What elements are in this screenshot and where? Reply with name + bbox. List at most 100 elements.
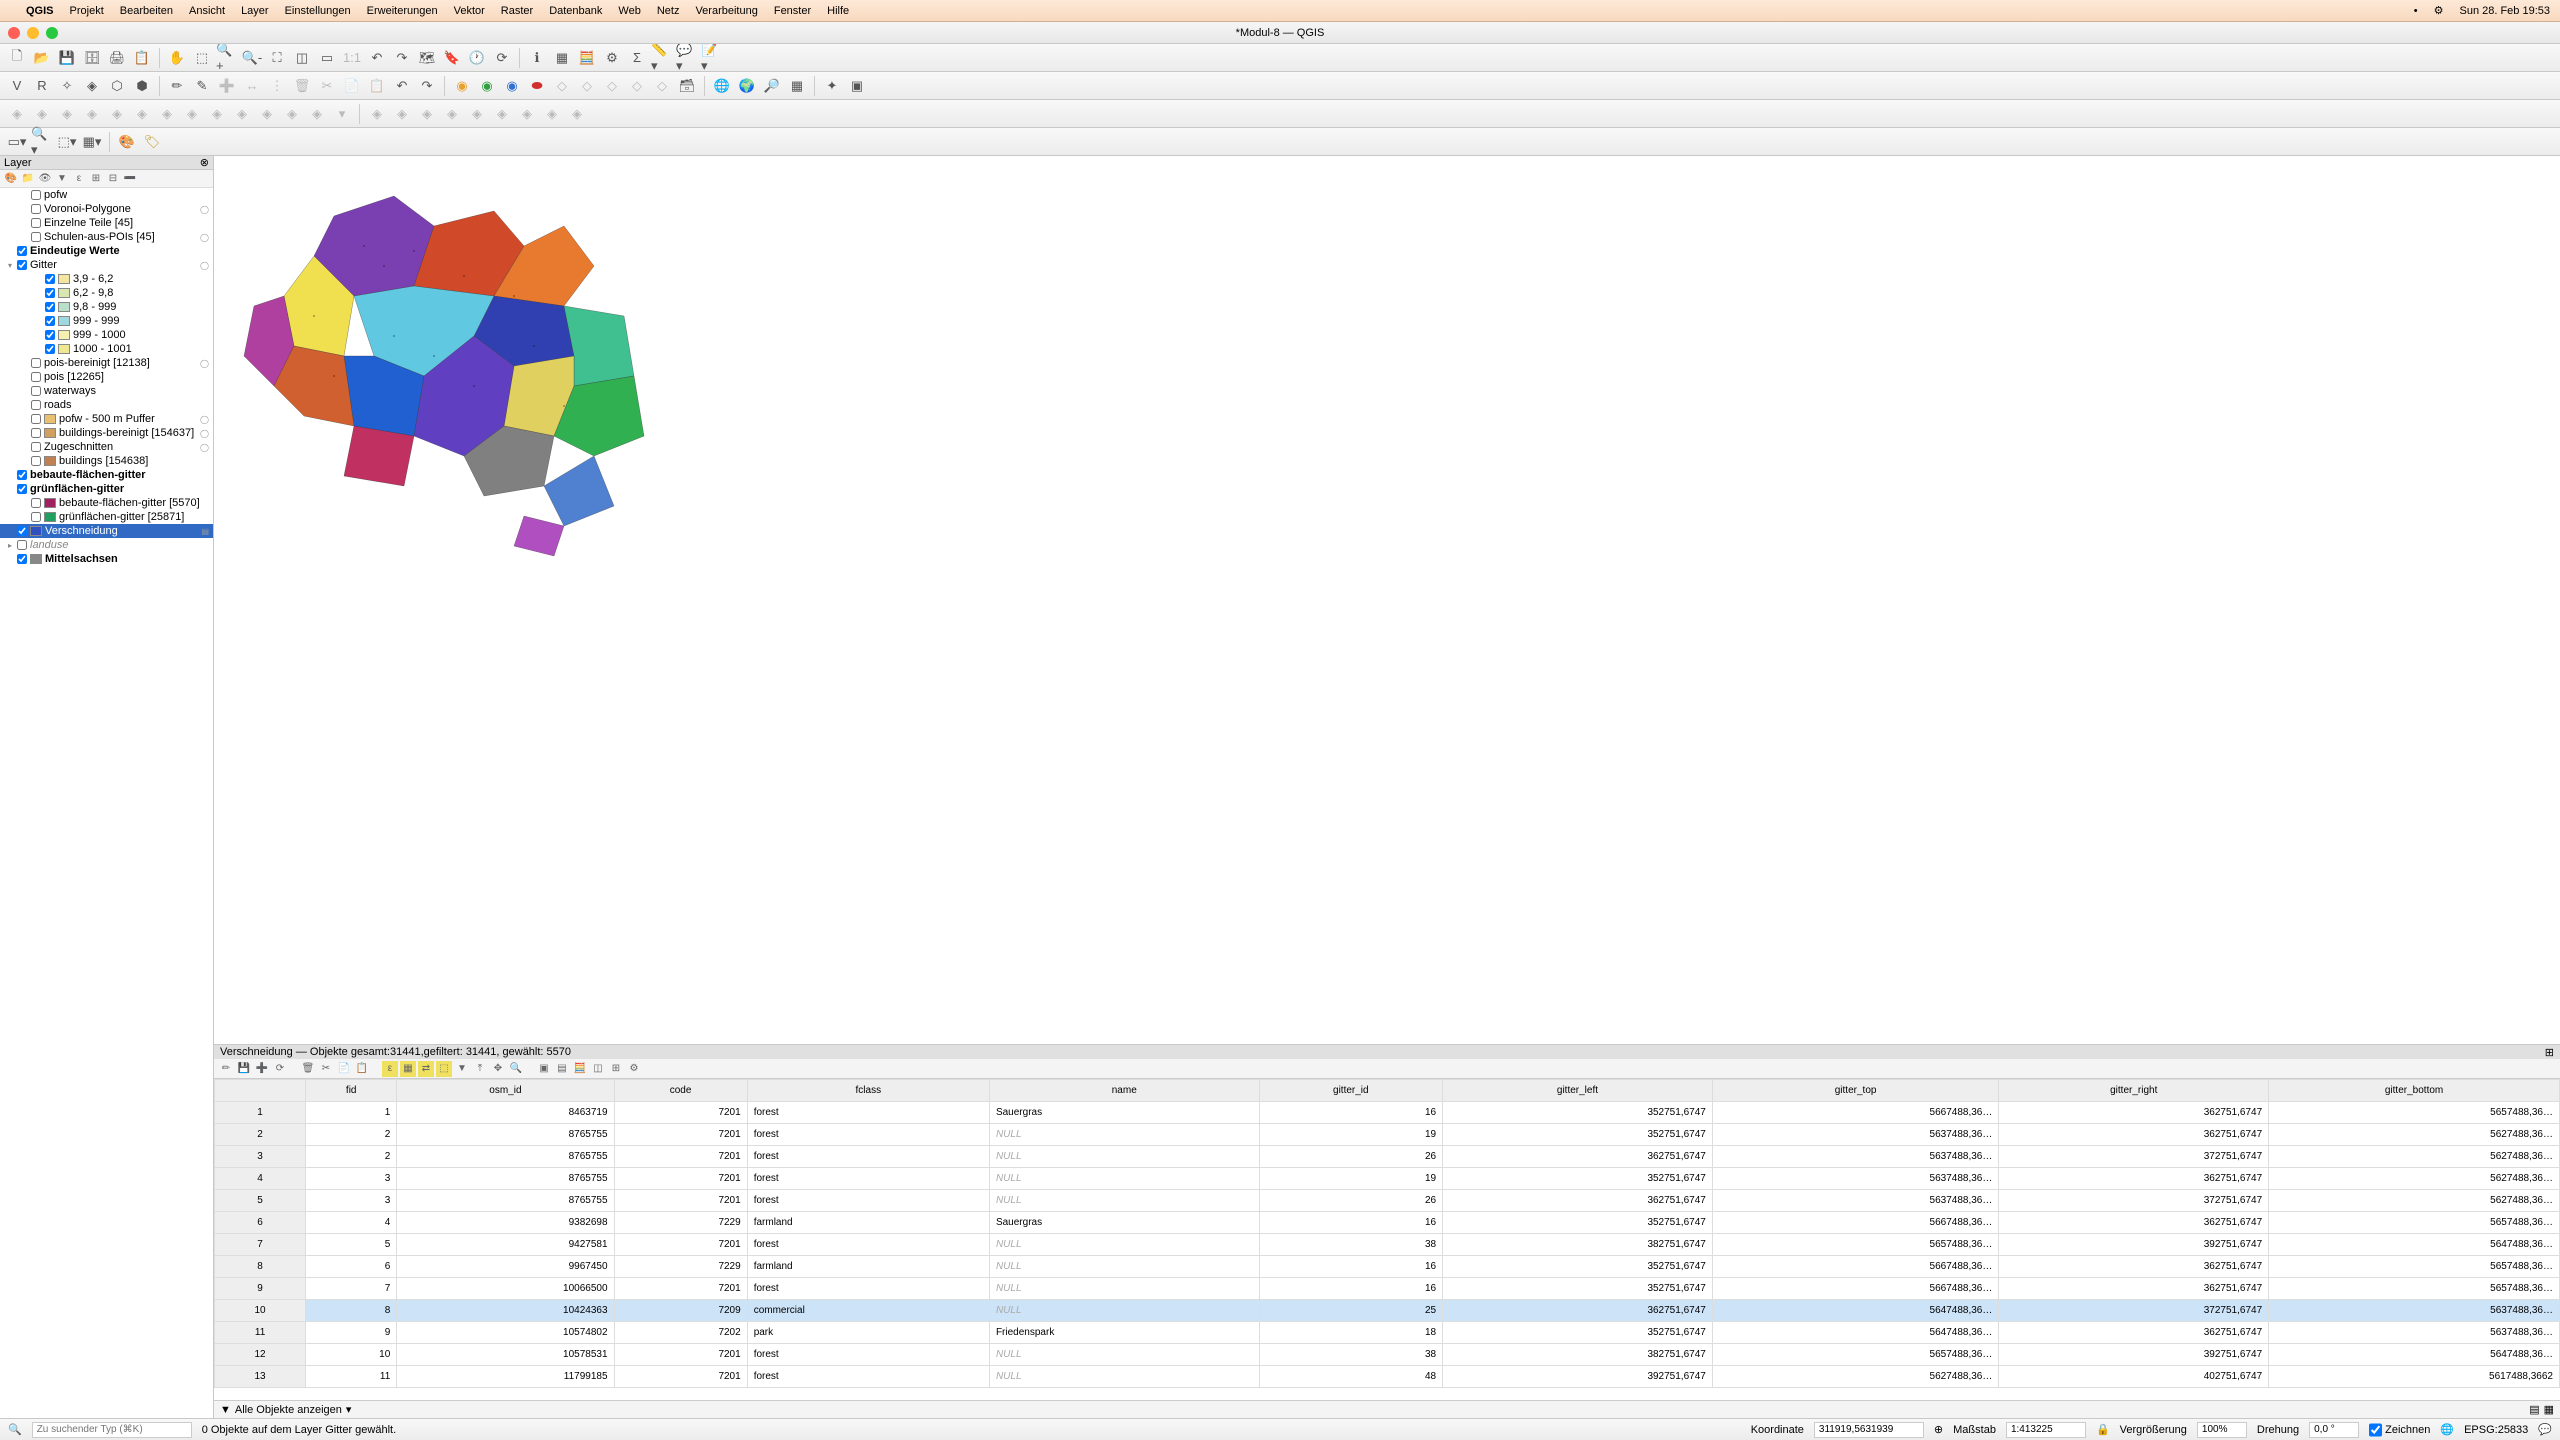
attr-desel-icon[interactable]: ⬚ — [436, 1061, 452, 1077]
column-header[interactable]: fid — [306, 1080, 397, 1102]
layer-visibility-checkbox[interactable] — [45, 316, 55, 326]
identify-icon[interactable]: ℹ — [526, 47, 548, 69]
scale-lock-icon[interactable]: 🔒 — [2096, 1423, 2110, 1436]
open-attr-table-icon[interactable]: ▦ — [551, 47, 573, 69]
layer-item[interactable]: Mittelsachsen — [0, 552, 213, 566]
layer-visibility-checkbox[interactable] — [45, 330, 55, 340]
attr-calc-icon[interactable]: 🧮 — [572, 1061, 588, 1077]
layer-item[interactable]: 1000 - 1001 — [0, 342, 213, 356]
layer-item[interactable]: roads — [0, 398, 213, 412]
attr-edit-icon[interactable]: ✏ — [218, 1061, 234, 1077]
zoom-in-icon[interactable]: 🔍+ — [216, 47, 238, 69]
menu-raster[interactable]: Raster — [501, 5, 533, 17]
attr-move-top-icon[interactable]: ⤒ — [472, 1061, 488, 1077]
layer-visibility-checkbox[interactable] — [31, 428, 41, 438]
layout-manager-icon[interactable]: 📋 — [131, 47, 153, 69]
column-header[interactable]: gitter_left — [1443, 1080, 1713, 1102]
layer-item[interactable]: waterways — [0, 384, 213, 398]
layer-expand-icon[interactable]: ⊞ — [89, 172, 103, 186]
select-rect-icon[interactable]: ▭▾ — [6, 131, 28, 153]
layer-visibility-checkbox[interactable] — [17, 554, 27, 564]
add-vector-icon[interactable]: V — [6, 75, 28, 97]
layer-visibility-checkbox[interactable] — [45, 274, 55, 284]
menu-bearbeiten[interactable]: Bearbeiten — [120, 5, 173, 17]
layer-visibility-checkbox[interactable] — [31, 204, 41, 214]
column-header[interactable]: code — [614, 1080, 747, 1102]
layer-remove-icon[interactable]: ➖ — [123, 172, 137, 186]
table-row[interactable]: 1311117991857201forestNULL48392751,67475… — [215, 1366, 2560, 1388]
layers-tree[interactable]: pofwVoronoi-Polygone◯Einzelne Teile [45]… — [0, 188, 213, 1418]
zoom-out-icon[interactable]: 🔍- — [241, 47, 263, 69]
attr-grid[interactable]: fidosm_idcodefclassnamegitter_idgitter_l… — [214, 1079, 2560, 1400]
column-header[interactable]: gitter_top — [1712, 1080, 1999, 1102]
attr-reload-icon[interactable]: ⟳ — [272, 1061, 288, 1077]
layers-panel-close-icon[interactable]: ⊗ — [200, 156, 209, 169]
menu-web[interactable]: Web — [618, 5, 640, 17]
column-header[interactable] — [215, 1080, 306, 1102]
globe-icon[interactable]: 🌍 — [736, 75, 758, 97]
layer-visibility-checkbox[interactable] — [17, 540, 27, 550]
layer-add-group-icon[interactable]: 📁 — [21, 172, 35, 186]
new-bookmark-icon[interactable]: 🔖 — [441, 47, 463, 69]
menu-datenbank[interactable]: Datenbank — [549, 5, 602, 17]
layer-item[interactable]: Einzelne Teile [45] — [0, 216, 213, 230]
menu-verarbeitung[interactable]: Verarbeitung — [695, 5, 757, 17]
layer-visibility-checkbox[interactable] — [31, 386, 41, 396]
menu-layer[interactable]: Layer — [241, 5, 269, 17]
attr-cond-icon[interactable]: ◫ — [590, 1061, 606, 1077]
deselect-icon[interactable]: ⬚▾ — [56, 131, 78, 153]
layer-item[interactable]: bebaute-flächen-gitter [5570] — [0, 496, 213, 510]
refresh-icon[interactable]: ⟳ — [491, 47, 513, 69]
layer-visibility-checkbox[interactable] — [17, 526, 27, 536]
column-header[interactable]: osm_id — [397, 1080, 614, 1102]
layer-item[interactable]: 6,2 - 9,8 — [0, 286, 213, 300]
menu-fenster[interactable]: Fenster — [774, 5, 811, 17]
layer-visibility-checkbox[interactable] — [31, 400, 41, 410]
attr-copy-icon[interactable]: 📄 — [336, 1061, 352, 1077]
attr-form-view-icon[interactable]: ▤ — [2529, 1403, 2539, 1416]
menu-ansicht[interactable]: Ansicht — [189, 5, 225, 17]
layer-visibility-checkbox[interactable] — [31, 190, 41, 200]
attr-zoom-icon[interactable]: 🔍 — [508, 1061, 524, 1077]
print-layout-icon[interactable]: 🖨 — [106, 47, 128, 69]
db-manager-icon[interactable]: 🗃 — [676, 75, 698, 97]
layer-visibility-checkbox[interactable] — [45, 288, 55, 298]
save-project-icon[interactable]: 💾 — [56, 47, 78, 69]
layer-item[interactable]: grünflächen-gitter — [0, 482, 213, 496]
layer-item[interactable]: buildings-bereinigt [154637]◯ — [0, 426, 213, 440]
attr-pan-icon[interactable]: ✥ — [490, 1061, 506, 1077]
plugin-b2-icon[interactable]: ✦ — [821, 75, 843, 97]
plugin1-icon[interactable]: ◉ — [476, 75, 498, 97]
attr-filter-funnel-icon[interactable]: ▼ — [220, 1404, 231, 1416]
field-calc-icon[interactable]: 🧮 — [576, 47, 598, 69]
attr-paste-icon[interactable]: 📋 — [354, 1061, 370, 1077]
layer-item[interactable]: 999 - 999 — [0, 314, 213, 328]
stats-icon[interactable]: Σ — [626, 47, 648, 69]
messages-icon[interactable]: 💬 — [2538, 1423, 2552, 1436]
plugin2-icon[interactable]: ◉ — [501, 75, 523, 97]
zoom-last-icon[interactable]: ↶ — [366, 47, 388, 69]
minimize-window-button[interactable] — [27, 27, 39, 39]
layer-visibility-checkbox[interactable] — [45, 344, 55, 354]
measure-icon[interactable]: 📏▾ — [651, 47, 673, 69]
table-row[interactable]: 4387657557201forestNULL19352751,67475637… — [215, 1168, 2560, 1190]
layer-item[interactable]: Zugeschnitten◯ — [0, 440, 213, 454]
layer-visibility-checkbox[interactable] — [31, 358, 41, 368]
attr-filter-label[interactable]: Alle Objekte anzeigen — [235, 1404, 342, 1416]
layer-item[interactable]: ▸landuse — [0, 538, 213, 552]
annotation-icon[interactable]: 📝▾ — [701, 47, 723, 69]
attr-cut-icon[interactable]: ✂ — [318, 1061, 334, 1077]
redo-icon[interactable]: ↷ — [416, 75, 438, 97]
layer-item[interactable]: bebaute-flächen-gitter — [0, 468, 213, 482]
processing-icon[interactable]: ⚙ — [601, 47, 623, 69]
layer-item[interactable]: 3,9 - 6,2 — [0, 272, 213, 286]
column-header[interactable]: gitter_id — [1259, 1080, 1443, 1102]
layer-visibility-checkbox[interactable] — [31, 232, 41, 242]
layer-item[interactable]: 9,8 - 999 — [0, 300, 213, 314]
save-edits-icon[interactable]: ✎ — [191, 75, 213, 97]
layer-visibility-checkbox[interactable] — [17, 260, 27, 270]
layer-collapse-icon[interactable]: ⊟ — [106, 172, 120, 186]
layer-visibility-checkbox[interactable] — [17, 484, 27, 494]
attr-filter-dropdown-icon[interactable]: ▾ — [346, 1403, 352, 1416]
layer-visibility-icon[interactable]: 👁 — [38, 172, 52, 186]
